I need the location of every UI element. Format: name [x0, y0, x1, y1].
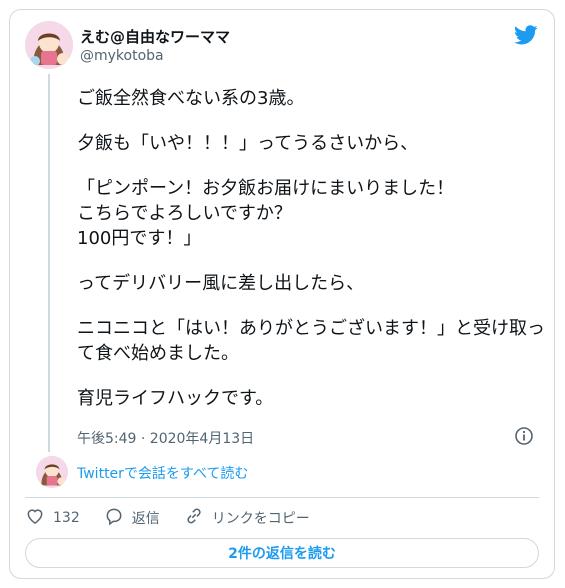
copy-link-label: リンクをコピー — [211, 511, 310, 527]
link-icon — [184, 506, 204, 530]
reply-label: 返信 — [131, 511, 160, 527]
tweet-paragraph: ニコニコと「はい！ありがとうございます！」と受け取って食べ始めました。 — [77, 318, 545, 364]
thread-line — [48, 74, 50, 452]
heart-icon — [25, 506, 45, 530]
like-button[interactable]: 132 — [25, 506, 80, 530]
tweet-paragraph: 「ピンポーン！お夕飯お届けにまいりました！ こちらでよろしいですか？ 100円で… — [77, 178, 455, 249]
twitter-bird-icon[interactable] — [514, 23, 538, 47]
like-count: 132 — [53, 510, 80, 526]
read-conversation-link[interactable]: Twitterで会話をすべて読む — [77, 463, 248, 483]
read-replies-button[interactable]: 2件の返信を読む — [25, 538, 539, 568]
divider — [25, 497, 539, 498]
reply-bubble-icon — [104, 506, 124, 530]
tweet-paragraph: 育児ライフハックです。 — [77, 388, 274, 409]
tweet-card: えむ@自由なワーママ @mykotoba ご飯全然食べない系の3歳。 夕飯も「い… — [9, 9, 555, 579]
info-icon[interactable] — [514, 426, 534, 446]
author-avatar[interactable] — [25, 21, 73, 69]
tweet-paragraph: 夕飯も「いや！！！」ってうるさいから、 — [77, 133, 419, 154]
action-bar: 132 返信 リンクをコピー — [25, 507, 310, 529]
tweet-timestamp[interactable]: 午後5:49 · 2020年4月13日 — [77, 428, 254, 448]
copy-link-button[interactable]: リンクをコピー — [184, 506, 310, 530]
tweet-paragraph: ってデリバリー風に差し出したら、 — [77, 273, 365, 294]
tweet-text: ご飯全然食べない系の3歳。 夕飯も「いや！！！」ってうるさいから、 「ピンポーン… — [77, 86, 547, 431]
author-handle[interactable]: @mykotoba — [80, 48, 164, 64]
reply-button[interactable]: 返信 — [104, 506, 160, 530]
reader-avatar — [36, 456, 68, 488]
tweet-paragraph: ご飯全然食べない系の3歳。 — [77, 88, 305, 109]
author-name[interactable]: えむ@自由なワーママ — [80, 26, 230, 47]
